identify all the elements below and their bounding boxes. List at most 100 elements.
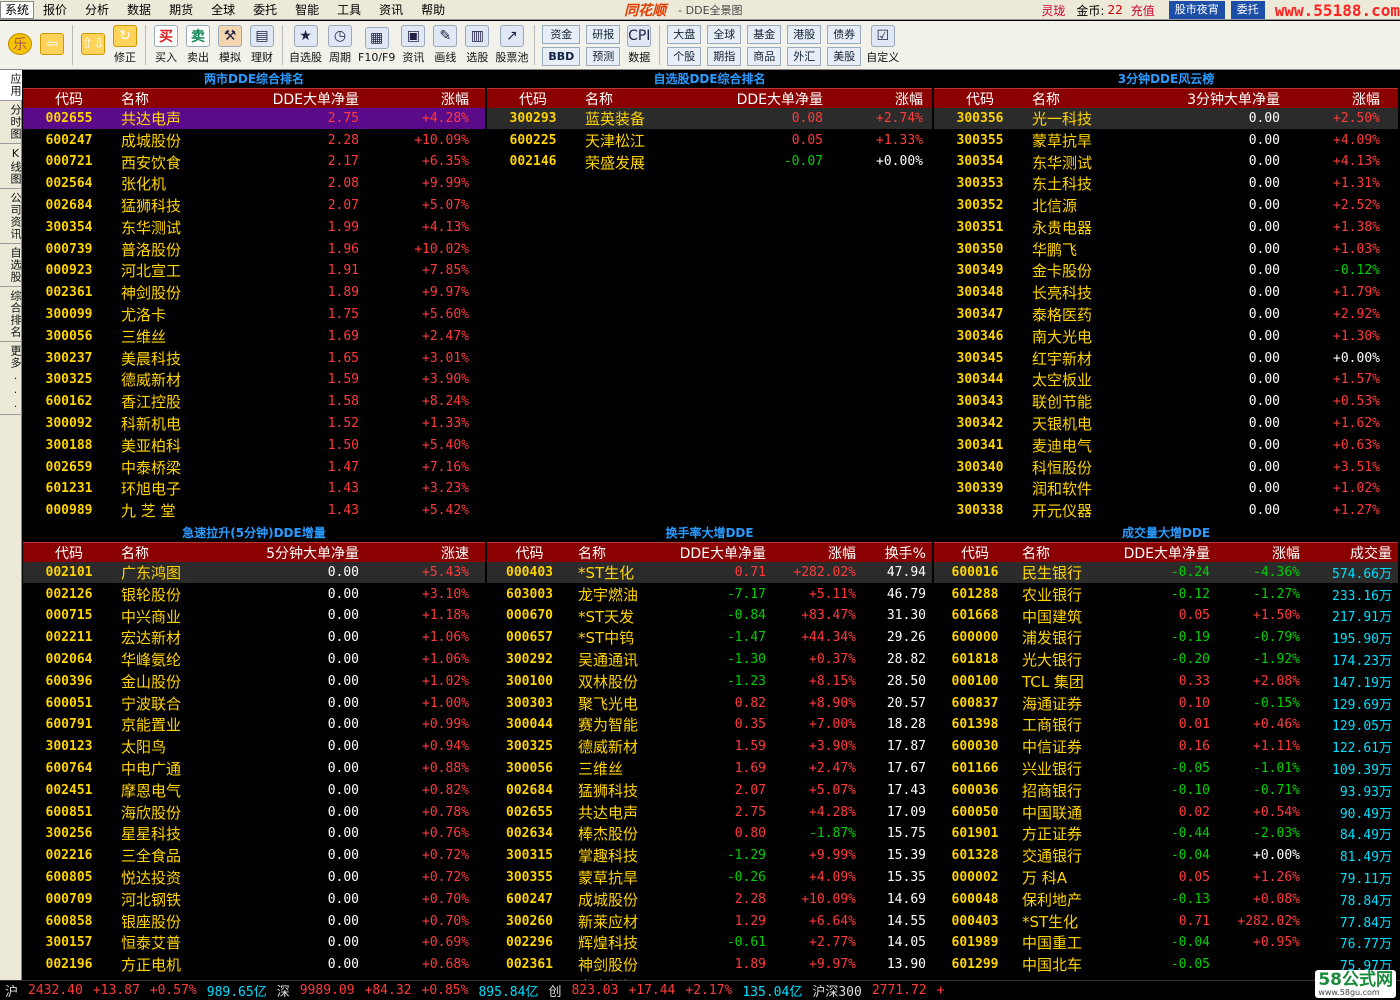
table-row[interactable]: 600858 银座股份 0.00 +0.70% xyxy=(23,911,485,933)
table-row[interactable]: 300354 东华测试 0.00 +4.13% xyxy=(934,152,1398,174)
table-row[interactable]: 002655 共达电声 2.75 +4.28% 17.09 xyxy=(487,802,932,824)
table-row[interactable]: 300056 三维丝 1.69 +2.47% 17.67 xyxy=(487,758,932,780)
table-row[interactable]: 300346 南大光电 0.00 +1.30% xyxy=(934,326,1398,348)
menu-5[interactable]: 全球 xyxy=(202,0,244,20)
sidebar-item-4[interactable]: 自选股 xyxy=(0,244,22,287)
table-row[interactable]: 300339 润和软件 0.00 +1.02% xyxy=(934,479,1398,501)
table-row[interactable]: 002564 张化机 2.08 +9.99% xyxy=(23,173,485,196)
table-row[interactable]: 000403 *ST生化 0.71 +282.02% 77.84万 xyxy=(934,911,1398,933)
table-row[interactable]: 300237 美晨科技 1.65 +3.01% xyxy=(23,348,485,370)
table-row[interactable]: 300347 泰格医药 0.00 +2.92% xyxy=(934,304,1398,326)
table-row[interactable]: 300344 太空板业 0.00 +1.57% xyxy=(934,370,1398,392)
menu-10[interactable]: 帮助 xyxy=(412,0,454,20)
recharge-link[interactable]: 充值 xyxy=(1123,2,1163,19)
menu-7[interactable]: 智能 xyxy=(286,0,328,20)
table-row[interactable]: 300355 蒙草抗旱 -0.26 +4.09% 15.35 xyxy=(487,867,932,889)
toolbar-button-6[interactable]: ⚒ 模拟 xyxy=(214,22,246,68)
toolbar-chip[interactable]: BBD xyxy=(542,46,581,66)
toolbar-market-chip[interactable]: 期指 xyxy=(707,46,742,66)
sidebar-item-5[interactable]: 综合排名 xyxy=(0,287,22,342)
table-row[interactable]: 002361 神剑股份 1.89 +9.97% 13.90 xyxy=(487,954,932,977)
table-row[interactable]: 300353 东土科技 0.00 +1.31% xyxy=(934,173,1398,196)
table-row[interactable]: 000721 西安饮食 2.17 +6.35% xyxy=(23,152,485,174)
table-row[interactable]: 300356 光一科技 0.00 +2.50% xyxy=(934,108,1398,130)
column-header[interactable]: 名称 xyxy=(579,89,709,109)
toolbar-button-5[interactable]: 卖卖出 xyxy=(182,22,214,68)
table-row[interactable]: 601288 农业银行 -0.12 -1.27% 233.16万 xyxy=(934,584,1398,606)
toolbar-market-chip[interactable]: 外汇 xyxy=(787,46,822,66)
column-header[interactable]: 5分钟大单净量 xyxy=(245,543,365,563)
menu-2[interactable]: 分析 xyxy=(76,0,118,20)
table-row[interactable]: 300340 科恒股份 0.00 +3.51% xyxy=(934,457,1398,479)
sidebar-item-3[interactable]: 公司资讯 xyxy=(0,189,22,244)
table-row[interactable]: 300260 新莱应材 1.29 +6.64% 14.55 xyxy=(487,911,932,933)
column-header[interactable]: DDE大单净量 xyxy=(1116,543,1216,563)
table-row[interactable]: 300157 恒泰艾普 0.00 +0.69% xyxy=(23,933,485,955)
table-row[interactable]: 300100 双林股份 -1.23 +8.15% 28.50 xyxy=(487,671,932,693)
menu-3[interactable]: 数据 xyxy=(118,0,160,20)
toolbar-market-chip[interactable]: 个股 xyxy=(667,46,702,66)
table-row[interactable]: 000100 TCL 集团 0.33 +2.08% 147.19万 xyxy=(934,671,1398,693)
table-row[interactable]: 600016 民生银行 -0.24 -4.36% 574.66万 xyxy=(934,562,1398,584)
table-row[interactable]: 600837 海通证券 0.10 -0.15% 129.69万 xyxy=(934,693,1398,715)
toolbar-button-11[interactable]: ▣ 资讯 xyxy=(397,22,429,68)
toolbar-market-chip[interactable]: 商品 xyxy=(747,46,782,66)
toolbar-button-1[interactable]: ⇦ xyxy=(36,22,68,68)
table-row[interactable]: 002064 华峰氨纶 0.00 +1.06% xyxy=(23,649,485,671)
toolbar-button-4[interactable]: 买买入 xyxy=(150,22,182,68)
custom-button[interactable]: ☑ 自定义 xyxy=(864,22,901,68)
table-row[interactable]: 300099 尤洛卡 1.75 +5.60% xyxy=(23,304,485,326)
toolbar-market-chip[interactable]: 基金 xyxy=(747,24,782,44)
toolbar-market-chip[interactable]: 大盘 xyxy=(667,24,702,44)
column-header[interactable]: 名称 xyxy=(572,543,672,563)
toolbar-market-chip[interactable]: 债券 xyxy=(827,24,862,44)
column-header[interactable]: 涨幅 xyxy=(365,89,475,109)
column-header[interactable]: 代码 xyxy=(487,543,572,563)
table-row[interactable]: 601398 工商银行 0.01 +0.46% 129.05万 xyxy=(934,715,1398,737)
table-row[interactable]: 300345 红宇新材 0.00 +0.00% xyxy=(934,348,1398,370)
sidebar-item-0[interactable]: 应用 xyxy=(0,70,22,101)
table-row[interactable]: 300303 聚飞光电 0.82 +8.90% 20.57 xyxy=(487,693,932,715)
table-row[interactable]: 000670 *ST天发 -0.84 +83.47% 31.30 xyxy=(487,606,932,628)
user-link[interactable]: 灵珑 xyxy=(1033,2,1073,19)
table-row[interactable]: 002196 方正电机 0.00 +0.68% xyxy=(23,954,485,977)
column-header[interactable]: 代码 xyxy=(934,543,1016,563)
table-row[interactable]: 600048 保利地产 -0.13 +0.08% 78.84万 xyxy=(934,889,1398,911)
table-row[interactable]: 300325 德威新材 1.59 +3.90% xyxy=(23,370,485,392)
sidebar-item-6[interactable]: 更多... xyxy=(0,342,22,415)
column-header[interactable]: 涨幅 xyxy=(829,89,929,109)
table-row[interactable]: 600247 成城股份 2.28 +10.09% 14.69 xyxy=(487,889,932,911)
toolbar-market-chip[interactable]: 港股 xyxy=(787,24,822,44)
sidebar-item-2[interactable]: K线图 xyxy=(0,144,22,189)
menu-8[interactable]: 工具 xyxy=(328,0,370,20)
table-row[interactable]: 300338 开元仪器 0.00 +1.27% xyxy=(934,500,1398,522)
table-row[interactable]: 002451 摩恩电气 0.00 +0.82% xyxy=(23,780,485,802)
table-row[interactable]: 601901 方正证券 -0.44 -2.03% 84.49万 xyxy=(934,824,1398,846)
column-header[interactable]: 涨幅 xyxy=(1286,89,1386,109)
table-row[interactable]: 002684 猛狮科技 2.07 +5.07% 17.43 xyxy=(487,780,932,802)
column-header[interactable]: DDE大单净量 xyxy=(245,89,365,109)
table-row[interactable]: 300092 科新机电 1.52 +1.33% xyxy=(23,413,485,435)
toolbar-button-10[interactable]: ▦ F10/F9 xyxy=(356,22,397,68)
toolbar-button-3[interactable]: ↻ 修正 xyxy=(109,22,141,68)
menu-9[interactable]: 资讯 xyxy=(370,0,412,20)
night-button[interactable]: 股市夜宵 xyxy=(1168,1,1225,19)
table-row[interactable]: 601328 交通银行 -0.04 +0.00% 81.49万 xyxy=(934,845,1398,868)
column-header[interactable]: 名称 xyxy=(115,543,245,563)
table-row[interactable]: 002146 荣盛发展 -0.07 +0.00% xyxy=(487,152,932,174)
table-row[interactable]: 603003 龙宇燃油 -7.17 +5.11% 46.79 xyxy=(487,584,932,606)
table-row[interactable]: 002655 共达电声 2.75 +4.28% xyxy=(23,108,485,130)
table-row[interactable]: 300348 长亮科技 0.00 +1.79% xyxy=(934,282,1398,305)
table-row[interactable]: 000002 万 科A 0.05 +1.26% 79.11万 xyxy=(934,867,1398,889)
table-row[interactable]: 300292 吴通通讯 -1.30 +0.37% 28.82 xyxy=(487,649,932,671)
table-row[interactable]: 300349 金卡股份 0.00 -0.12% xyxy=(934,261,1398,283)
toolbar-button-14[interactable]: ↗ 股票池 xyxy=(493,22,530,68)
table-row[interactable]: 601989 中国重工 -0.04 +0.95% 76.77万 xyxy=(934,933,1398,955)
toolbar-button-7[interactable]: ▤ 理财 xyxy=(246,22,278,68)
column-header[interactable]: DDE大单净量 xyxy=(709,89,829,109)
table-row[interactable]: 600036 招商银行 -0.10 -0.71% 93.93万 xyxy=(934,780,1398,802)
column-header[interactable]: 代码 xyxy=(23,543,115,563)
table-row[interactable]: 300315 掌趣科技 -1.29 +9.99% 15.39 xyxy=(487,845,932,868)
table-row[interactable]: 300354 东华测试 1.99 +4.13% xyxy=(23,217,485,239)
table-row[interactable]: 002126 银轮股份 0.00 +3.10% xyxy=(23,584,485,606)
